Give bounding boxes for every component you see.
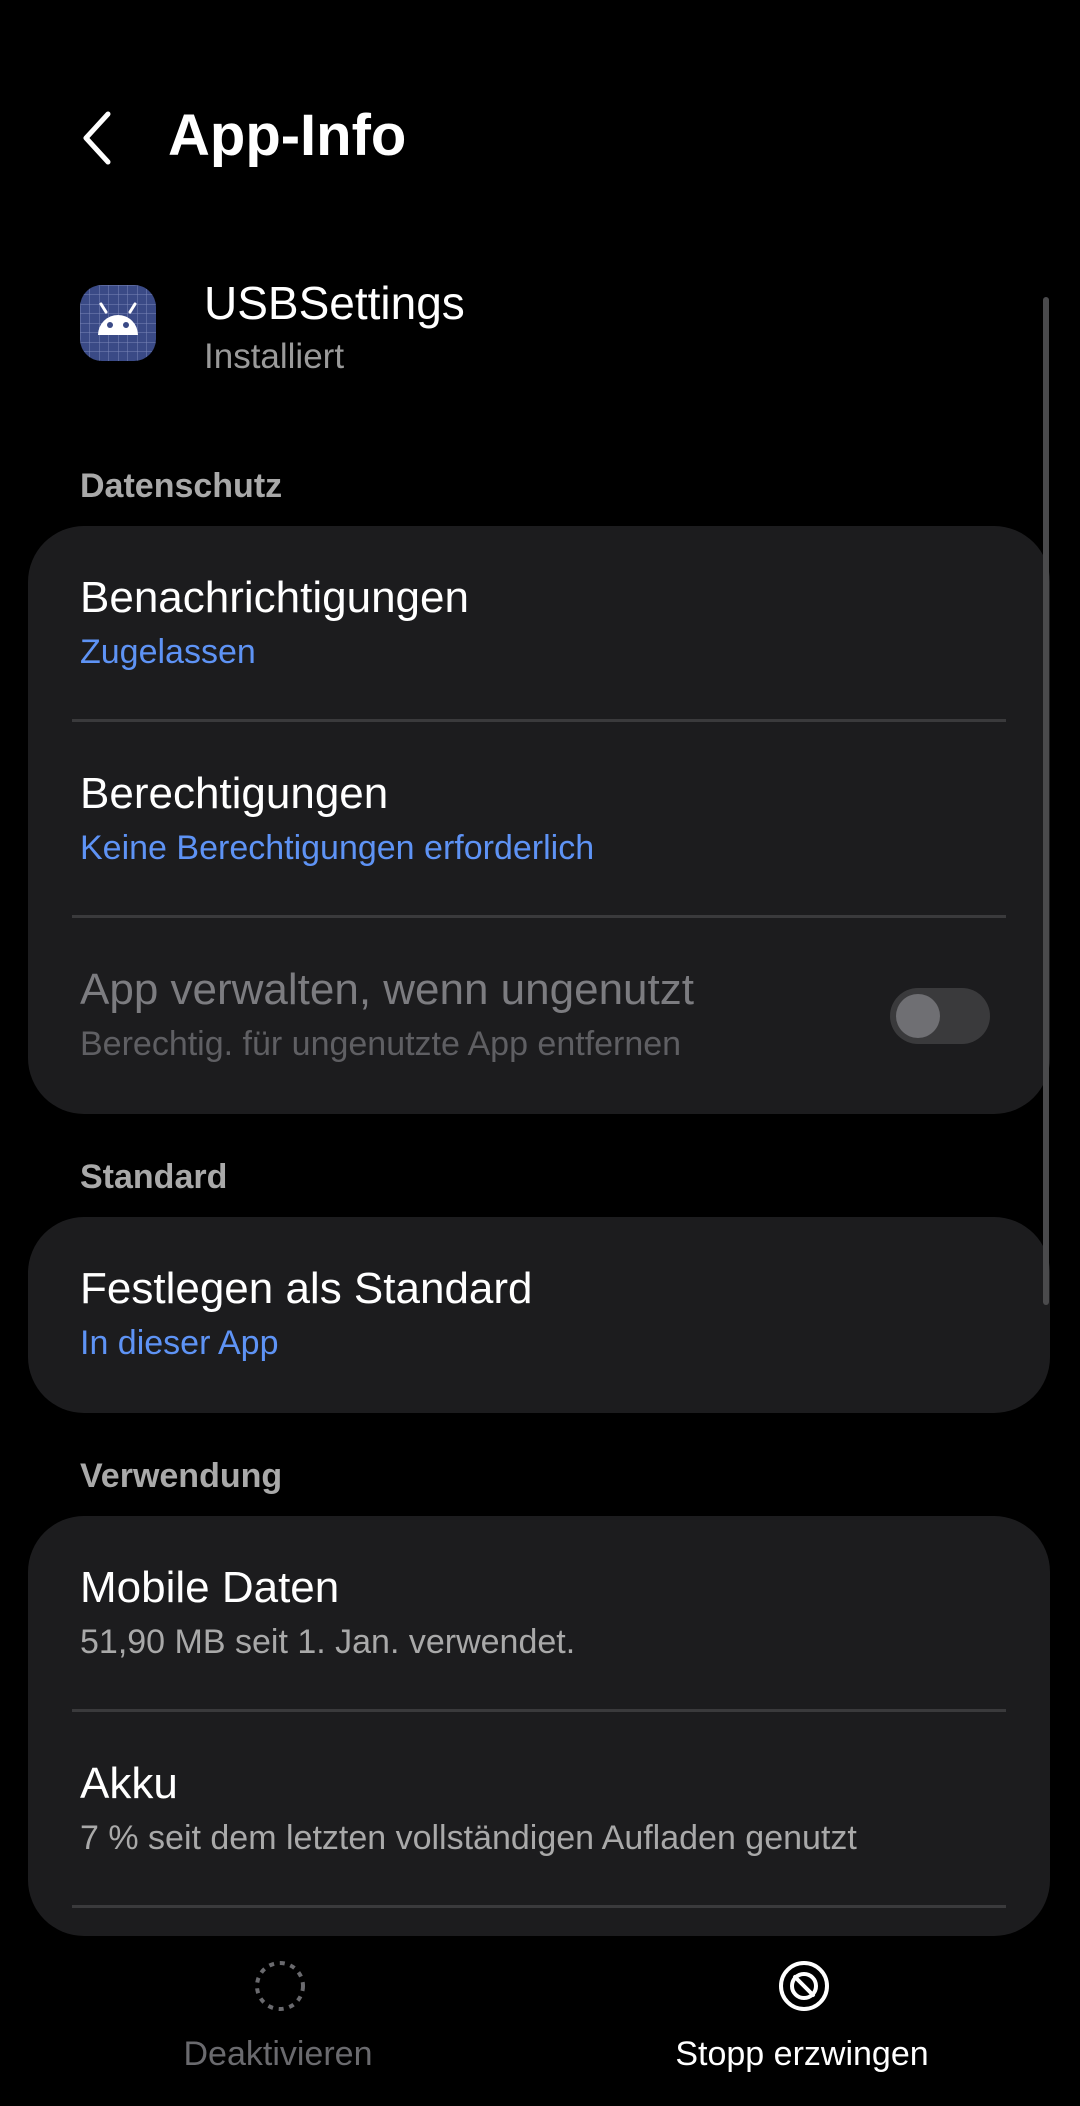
bottom-action-bar: Deaktivieren Stopp erzwingen <box>0 1940 1080 2106</box>
app-status: Installiert <box>204 337 345 376</box>
section-header-default: Standard <box>80 1158 228 1196</box>
item-subtitle: 7 % seit dem letzten vollständigen Aufla… <box>80 1819 857 1857</box>
back-button[interactable] <box>70 108 130 168</box>
item-title: Berechtigungen <box>80 769 389 818</box>
notifications-item[interactable]: Benachrichtigungen Zugelassen <box>28 526 1050 722</box>
app-name: USBSettings <box>204 277 465 329</box>
divider <box>72 1905 1006 1908</box>
item-subtitle: Berechtig. für ungenutzte App entfernen <box>80 1025 682 1063</box>
item-title: App verwalten, wenn ungenutzt <box>80 965 694 1014</box>
section-header-usage: Verwendung <box>80 1457 283 1495</box>
toggle-knob <box>896 994 940 1038</box>
manage-unused-item[interactable]: App verwalten, wenn ungenutzt Berechtig.… <box>28 918 1050 1114</box>
item-title: Festlegen als Standard <box>80 1264 533 1313</box>
item-title: Benachrichtigungen <box>80 573 469 622</box>
header: App-Info <box>0 90 1080 182</box>
app-info-screen: App-Info USBSettings Installiert Datensc… <box>0 0 1080 2106</box>
usage-card: Mobile Daten 51,90 MB seit 1. Jan. verwe… <box>28 1516 1050 1936</box>
item-subtitle: Zugelassen <box>80 633 256 671</box>
battery-item[interactable]: Akku 7 % seit dem letzten vollständigen … <box>28 1712 1050 1908</box>
disable-button[interactable]: Deaktivieren <box>78 1940 478 2090</box>
item-title: Mobile Daten <box>80 1563 340 1612</box>
item-subtitle: Keine Berechtigungen erforderlich <box>80 829 595 867</box>
stop-circle-icon <box>779 1961 829 2011</box>
item-title: Akku <box>80 1759 178 1808</box>
app-summary: USBSettings Installiert <box>80 275 1000 395</box>
section-header-privacy: Datenschutz <box>80 467 283 505</box>
privacy-card: Benachrichtigungen Zugelassen Berechtigu… <box>28 526 1050 1114</box>
android-icon <box>80 285 156 361</box>
item-subtitle: 51,90 MB seit 1. Jan. verwendet. <box>80 1623 576 1661</box>
force-stop-label: Stopp erzwingen <box>675 2035 929 2073</box>
mobile-data-item[interactable]: Mobile Daten 51,90 MB seit 1. Jan. verwe… <box>28 1516 1050 1712</box>
set-default-item[interactable]: Festlegen als Standard In dieser App <box>28 1217 1050 1413</box>
permissions-item[interactable]: Berechtigungen Keine Berechtigungen erfo… <box>28 722 1050 918</box>
back-arrow-icon <box>83 111 111 165</box>
page-title: App-Info <box>168 103 407 168</box>
scrollbar[interactable] <box>1043 297 1049 1305</box>
disable-label: Deaktivieren <box>183 2035 373 2073</box>
item-subtitle: In dieser App <box>80 1324 279 1362</box>
dashed-circle-icon <box>255 1961 305 2011</box>
default-card: Festlegen als Standard In dieser App <box>28 1217 1050 1413</box>
manage-unused-toggle[interactable] <box>890 988 990 1044</box>
force-stop-button[interactable]: Stopp erzwingen <box>602 1940 1002 2090</box>
